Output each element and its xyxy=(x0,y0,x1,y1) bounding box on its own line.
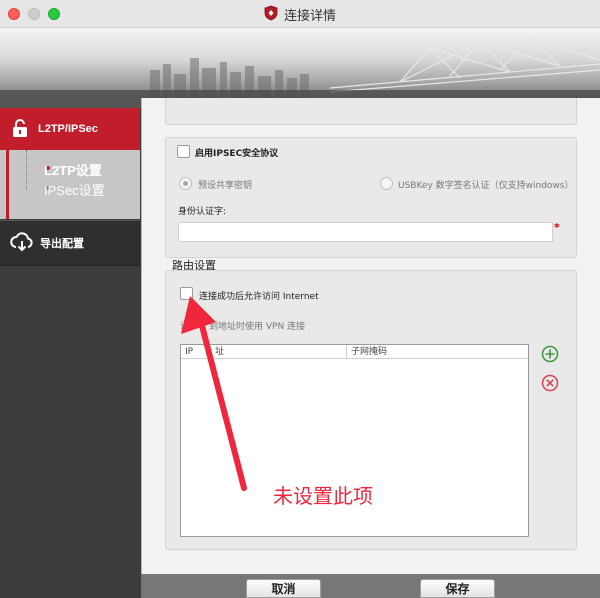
save-button[interactable]: 保存 xyxy=(420,579,495,598)
sidebar-subitem-ipsec[interactable]: IPSec设置 xyxy=(44,180,105,199)
cloud-download-icon xyxy=(10,231,34,255)
sidebar-item-label: L2TP/IPSec xyxy=(38,123,98,135)
window-title: 连接详情 xyxy=(283,8,336,24)
sidebar-subitem-l2tp[interactable]: L2TP设置 xyxy=(44,160,102,179)
preshared-key-label: 预设共享密钥 xyxy=(198,181,253,191)
footer-bar xyxy=(141,574,600,598)
lock-icon xyxy=(10,118,30,141)
header-banner xyxy=(0,28,600,98)
usbkey-radio[interactable] xyxy=(380,177,393,190)
use-vpn-label: 到地址时使用 VPN 连接 xyxy=(209,322,306,332)
required-mark: * xyxy=(554,221,560,234)
use-vpn-prefix: 访 xyxy=(180,322,190,332)
identity-input[interactable] xyxy=(178,222,553,242)
sidebar-item-l2tp-ipsec[interactable]: L2TP/IPSec xyxy=(0,108,140,150)
usbkey-label: USBKey 数字签名认证（仅支持windows） xyxy=(398,181,574,191)
allow-internet-checkbox[interactable] xyxy=(180,287,193,300)
enable-ipsec-checkbox[interactable] xyxy=(177,145,190,158)
app-shield-icon xyxy=(264,5,278,24)
allow-internet-label: 连接成功后允许访问 Internet xyxy=(199,292,319,302)
identity-label: 身份认证字: xyxy=(178,207,227,217)
l2tp-panel-bottom xyxy=(165,98,577,125)
remove-route-button[interactable] xyxy=(541,374,559,392)
title-bar: 连接详情 xyxy=(0,0,600,28)
preshared-key-radio[interactable] xyxy=(179,177,192,190)
column-header-ip[interactable]: IP 址 xyxy=(181,345,347,359)
column-header-mask[interactable]: 子网掩码 xyxy=(347,345,528,359)
cancel-button[interactable]: 取消 xyxy=(246,579,321,598)
add-route-button[interactable] xyxy=(541,345,559,363)
annotation-text: 未设置此项 xyxy=(273,484,373,508)
sidebar-item-export-config[interactable]: 导出配置 xyxy=(0,220,140,266)
sidebar-item-label: 导出配置 xyxy=(40,237,84,250)
enable-ipsec-label: 启用IPSEC安全协议 xyxy=(195,149,279,159)
